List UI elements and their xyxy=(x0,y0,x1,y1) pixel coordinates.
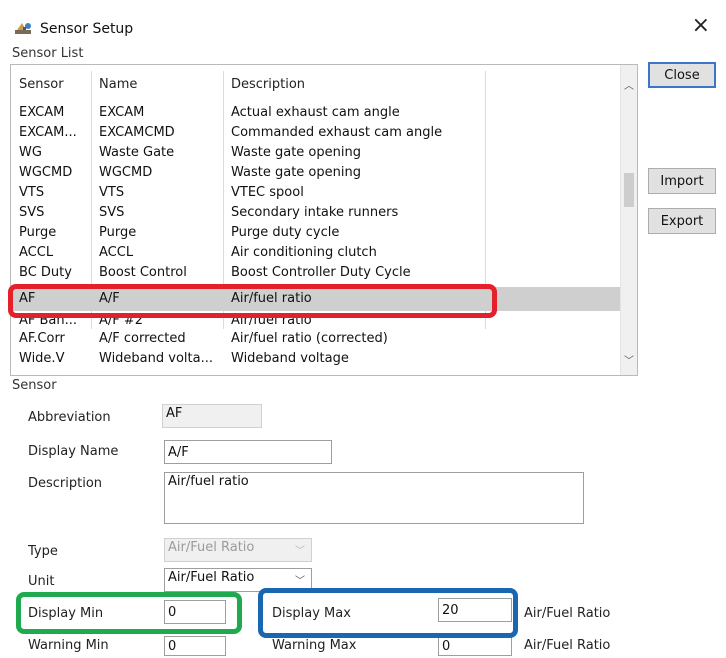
display-min-field[interactable] xyxy=(164,600,226,624)
warning-max-unit: Air/Fuel Ratio xyxy=(524,638,611,653)
cell-name: EXCAM xyxy=(99,105,145,120)
sensor-group-label: Sensor xyxy=(12,378,57,393)
app-icon xyxy=(14,20,34,36)
sensor-list-scrollbar[interactable]: ︿ ﹀ xyxy=(620,65,637,375)
column-header-description[interactable]: Description xyxy=(231,77,305,92)
cell-sensor: ACCL xyxy=(19,245,54,260)
cell-description: Air/fuel ratio (corrected) xyxy=(231,331,388,346)
cell-sensor: WG xyxy=(19,145,42,160)
cell-sensor: Purge xyxy=(19,225,57,240)
table-row[interactable]: AF.Corr A/F corrected Air/fuel ratio (co… xyxy=(11,329,621,349)
type-dropdown: Air/Fuel Ratio ﹀ xyxy=(164,538,312,562)
cell-description: Air/fuel ratio xyxy=(231,291,312,306)
cell-name: Waste Gate xyxy=(99,145,175,160)
cell-description: Actual exhaust cam angle xyxy=(231,105,400,120)
cell-sensor: EXCAM... xyxy=(19,125,77,140)
cell-sensor: WGCMD xyxy=(19,165,73,180)
close-button[interactable]: Close xyxy=(648,62,716,88)
warning-max-field[interactable] xyxy=(438,636,512,656)
table-row[interactable]: EXCAM... EXCAMCMD Commanded exhaust cam … xyxy=(11,123,621,143)
title-bar: Sensor Setup × xyxy=(0,0,726,44)
type-value: Air/Fuel Ratio xyxy=(168,540,255,555)
cell-sensor: AF.Corr xyxy=(19,331,65,346)
cell-description: Waste gate opening xyxy=(231,145,361,160)
display-name-field[interactable] xyxy=(164,440,332,464)
cell-description: Wideband voltage xyxy=(231,351,349,366)
table-row[interactable]: ACCL ACCL Air conditioning clutch xyxy=(11,243,621,263)
sensor-list-header: Sensor Name Description xyxy=(11,65,637,105)
cell-name: SVS xyxy=(99,205,125,220)
sensor-list[interactable]: Sensor Name Description EXCAM EXCAM Actu… xyxy=(10,64,638,376)
display-min-label: Display Min xyxy=(28,606,104,621)
cell-name: A/F xyxy=(99,291,120,306)
cell-sensor: VTS xyxy=(19,185,45,200)
cell-description: VTEC spool xyxy=(231,185,304,200)
cell-description: Commanded exhaust cam angle xyxy=(231,125,443,140)
chevron-down-icon[interactable]: ﹀ xyxy=(621,352,637,367)
cell-description: Waste gate opening xyxy=(231,165,361,180)
cell-sensor: AF Ban... xyxy=(19,313,78,328)
cell-name: Boost Control xyxy=(99,265,187,280)
type-label: Type xyxy=(28,544,58,559)
unit-label: Unit xyxy=(28,574,55,589)
unit-dropdown[interactable]: Air/Fuel Ratio ﹀ xyxy=(164,568,312,592)
cell-name: A/F #2 xyxy=(99,313,144,328)
table-row[interactable]: WGCMD WGCMD Waste gate opening xyxy=(11,163,621,183)
table-row[interactable]: BC Duty Boost Control Boost Controller D… xyxy=(11,263,621,283)
table-row[interactable]: WG Waste Gate Waste gate opening xyxy=(11,143,621,163)
cell-sensor: EXCAM xyxy=(19,105,65,120)
abbreviation-label: Abbreviation xyxy=(28,410,111,425)
column-header-sensor[interactable]: Sensor xyxy=(19,77,64,92)
cell-name: WGCMD xyxy=(99,165,153,180)
cell-name: EXCAMCMD xyxy=(99,125,175,140)
chevron-down-icon: ﹀ xyxy=(295,546,305,557)
cell-sensor: Wide.V xyxy=(19,351,65,366)
cell-description: Purge duty cycle xyxy=(231,225,340,240)
warning-min-label: Warning Min xyxy=(28,638,109,653)
table-row[interactable]: VTS VTS VTEC spool xyxy=(11,183,621,203)
column-header-name[interactable]: Name xyxy=(99,77,137,92)
cell-description: Air conditioning clutch xyxy=(231,245,377,260)
table-row-selected[interactable]: AF A/F Air/fuel ratio xyxy=(11,287,621,311)
cell-sensor: SVS xyxy=(19,205,45,220)
description-field[interactable]: Air/fuel ratio xyxy=(164,472,584,524)
display-name-label: Display Name xyxy=(28,444,119,459)
display-max-field[interactable] xyxy=(438,598,512,622)
display-max-unit: Air/Fuel Ratio xyxy=(524,606,611,621)
import-button[interactable]: Import xyxy=(648,168,716,194)
cell-name: A/F corrected xyxy=(99,331,186,346)
warning-max-label: Warning Max xyxy=(272,638,357,653)
export-button[interactable]: Export xyxy=(648,208,716,234)
window-close-icon[interactable]: × xyxy=(692,15,710,37)
chevron-up-icon[interactable]: ︿ xyxy=(621,77,637,92)
table-row[interactable]: SVS SVS Secondary intake runners xyxy=(11,203,621,223)
sensor-list-group-label: Sensor List xyxy=(12,46,84,61)
cell-name: VTS xyxy=(99,185,125,200)
cell-description: Air/fuel ratio xyxy=(231,313,312,328)
cell-description: Boost Controller Duty Cycle xyxy=(231,265,411,280)
cell-name: ACCL xyxy=(99,245,134,260)
cell-description: Secondary intake runners xyxy=(231,205,399,220)
chevron-down-icon[interactable]: ﹀ xyxy=(295,572,305,587)
cell-name: Wideband volta... xyxy=(99,351,213,366)
abbreviation-field: AF xyxy=(162,404,262,428)
warning-min-field[interactable] xyxy=(164,636,226,656)
window-title: Sensor Setup xyxy=(40,21,134,37)
table-row[interactable]: Purge Purge Purge duty cycle xyxy=(11,223,621,243)
cell-name: Purge xyxy=(99,225,137,240)
description-label: Description xyxy=(28,476,103,491)
cell-sensor: AF xyxy=(19,291,36,306)
display-max-label: Display Max xyxy=(272,606,351,621)
table-row[interactable]: EXCAM EXCAM Actual exhaust cam angle xyxy=(11,103,621,123)
cell-sensor: BC Duty xyxy=(19,265,72,280)
scrollbar-thumb[interactable] xyxy=(624,173,634,207)
unit-value: Air/Fuel Ratio xyxy=(168,570,255,585)
table-row[interactable]: Wide.V Wideband volta... Wideband voltag… xyxy=(11,349,621,369)
table-row[interactable]: AF Ban... A/F #2 Air/fuel ratio xyxy=(11,311,621,331)
